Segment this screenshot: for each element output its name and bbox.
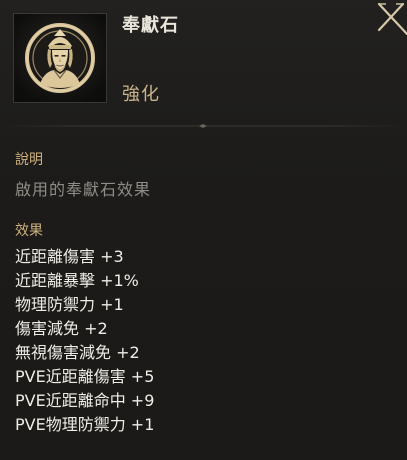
tooltip-header: 奉獻石 強化: [0, 0, 407, 120]
effect-item: PVE近距離傷害 +5: [15, 367, 155, 386]
header-divider: [0, 124, 407, 128]
effect-item: 近距離傷害 +3: [15, 247, 124, 266]
item-name: 奉獻石: [122, 15, 179, 36]
effect-item: 無視傷害減免 +2: [15, 343, 140, 362]
effect-item: PVE近距離命中 +9: [15, 391, 155, 410]
item-tooltip: 奉獻石 強化 說明 啟用的奉獻石效果 效果 近距離傷害 +3 近距離暴擊 +1%…: [0, 0, 407, 460]
effect-item: 近距離暴擊 +1%: [15, 271, 139, 290]
effects-list: 近距離傷害 +3 近距離暴擊 +1% 物理防禦力 +1 傷害減免 +2 無視傷害…: [15, 246, 154, 438]
close-x-icon: [377, 2, 407, 36]
effect-item: 物理防禦力 +1: [15, 295, 124, 314]
effect-item: PVE物理防禦力 +1: [15, 415, 155, 434]
item-grade: 強化: [122, 84, 160, 105]
golden-warrior-portrait-icon: [14, 14, 106, 102]
effects-label: 效果: [15, 223, 43, 239]
effect-item: 傷害減免 +2: [15, 319, 108, 338]
item-icon-frame: [13, 13, 107, 103]
close-button[interactable]: [374, 0, 407, 36]
description-label: 說明: [15, 152, 43, 168]
description-text: 啟用的奉獻石效果: [15, 180, 152, 199]
